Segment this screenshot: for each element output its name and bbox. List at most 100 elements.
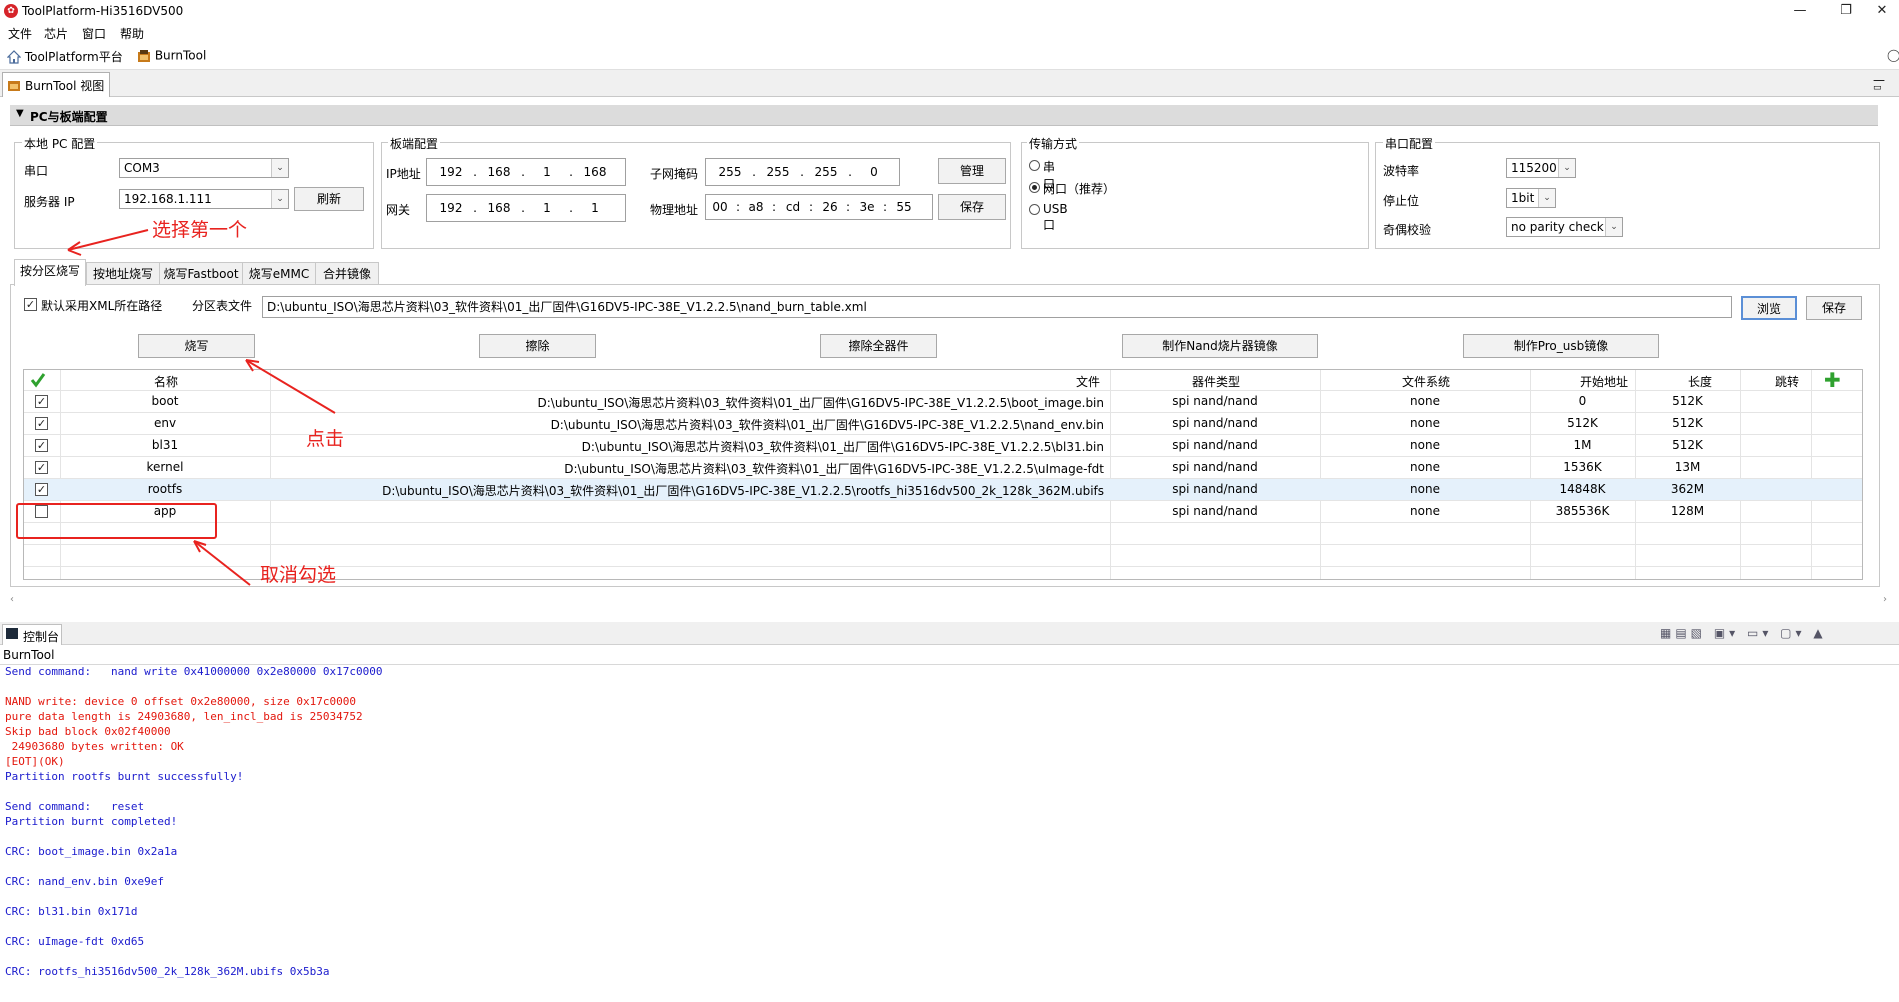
gateway-input[interactable]: 192 . 168 . 1 . 1	[426, 194, 626, 222]
row-device: spi nand/nand	[1172, 482, 1258, 496]
manage-button[interactable]: 管理	[938, 158, 1006, 184]
mask-octet[interactable]: 255	[710, 165, 750, 179]
header-filesystem: 文件系统	[1402, 375, 1451, 389]
subnet-mask-input[interactable]: 255 . 255 . 255 . 0	[705, 158, 900, 186]
menu-chip[interactable]: 芯片	[44, 25, 68, 42]
row-fs: none	[1410, 438, 1440, 452]
table-file-label: 分区表文件	[192, 299, 253, 313]
mac-byte[interactable]: 3e	[853, 200, 881, 214]
row-name: boot	[151, 394, 179, 408]
table-row[interactable]: ✓ kernel D:\ubuntu_ISO\海思芯片资料\03_软件资料\01…	[24, 457, 1862, 478]
refresh-button[interactable]: 刷新	[294, 187, 364, 211]
chevron-down-icon[interactable]: ⌄	[1558, 159, 1575, 177]
tab-address-burn[interactable]: 按地址烧写	[86, 262, 160, 285]
ip-octet[interactable]: 192	[431, 165, 471, 179]
ip-octet[interactable]: 168	[575, 165, 615, 179]
mac-byte[interactable]: cd	[779, 200, 807, 214]
row-checkbox[interactable]: ✓	[35, 483, 48, 496]
mac-byte[interactable]: 55	[890, 200, 918, 214]
ip-address-input[interactable]: 192 . 168 . 1 . 168	[426, 158, 626, 186]
row-checkbox[interactable]: ✓	[35, 439, 48, 452]
gateway-octet[interactable]: 1	[575, 201, 615, 215]
collapse-triangle-icon[interactable]: ▼	[16, 108, 24, 119]
console-line: CRC: rootfs_hi3516dv500_2k_128k_362M.ubi…	[5, 965, 330, 978]
server-ip-label: 服务器 IP	[24, 195, 75, 209]
minimize-button[interactable]: —	[1780, 0, 1820, 22]
mask-octet[interactable]: 255	[806, 165, 846, 179]
erase-button[interactable]: 擦除	[479, 334, 596, 358]
make-pro-usb-image-button[interactable]: 制作Pro_usb镜像	[1463, 334, 1659, 358]
table-file-path-input[interactable]: D:\ubuntu_ISO\海思芯片资料\03_软件资料\01_出厂固件\G16…	[262, 296, 1732, 318]
row-checkbox[interactable]: ✓	[35, 395, 48, 408]
server-ip-select[interactable]: 192.168.1.111 ⌄	[119, 189, 289, 209]
port-select[interactable]: COM3 ⌄	[119, 158, 289, 178]
stop-bit-select[interactable]: 1bit ⌄	[1506, 188, 1556, 208]
restore-button[interactable]: ❐	[1826, 0, 1866, 22]
table-row[interactable]: ✓ boot D:\ubuntu_ISO\海思芯片资料\03_软件资料\01_出…	[24, 391, 1862, 412]
toolplatform-toolbar-button[interactable]: ToolPlatform平台	[6, 48, 123, 65]
chevron-down-icon[interactable]: ⌄	[271, 159, 288, 177]
close-button[interactable]: ✕	[1862, 0, 1899, 22]
mac-address-input[interactable]: 00 : a8 : cd : 26 : 3e : 55	[705, 194, 933, 220]
mac-byte[interactable]: 26	[816, 200, 844, 214]
gateway-octet[interactable]: 168	[479, 201, 519, 215]
row-checkbox[interactable]: ✓	[35, 417, 48, 430]
gateway-octet[interactable]: 192	[431, 201, 471, 215]
ip-label: IP地址	[386, 167, 421, 181]
chevron-down-icon[interactable]: ⌄	[271, 190, 288, 208]
row-divider	[24, 522, 1862, 523]
tab-fastboot-burn[interactable]: 烧写Fastboot	[159, 262, 243, 285]
menu-help[interactable]: 帮助	[120, 25, 144, 42]
burntool-view-tab[interactable]: BurnTool 视图	[2, 72, 110, 97]
chevron-down-icon[interactable]: ⌄	[1538, 189, 1555, 207]
add-partition-plus-icon[interactable]: ✚	[1824, 370, 1841, 390]
table-row[interactable]: app spi nand/nand none 385536K 128M	[24, 501, 1862, 522]
radio-usb[interactable]	[1029, 204, 1040, 215]
partition-save-button[interactable]: 保存	[1806, 296, 1862, 320]
burntool-view-label: BurnTool 视图	[25, 79, 105, 93]
chevron-down-icon[interactable]: ⌄	[1605, 218, 1622, 236]
scroll-left-icon[interactable]: ‹	[10, 594, 14, 605]
console-toolbar-icons[interactable]: ▦▤▧ ▣▾ ▭▾ ▢▾ ▲	[1660, 626, 1827, 640]
baud-rate-select[interactable]: 115200 ⌄	[1506, 158, 1576, 178]
make-nand-image-button[interactable]: 制作Nand烧片器镜像	[1122, 334, 1318, 358]
tab-merge-image[interactable]: 合并镜像	[315, 262, 379, 285]
table-row[interactable]: ✓ env D:\ubuntu_ISO\海思芯片资料\03_软件资料\01_出厂…	[24, 413, 1862, 434]
table-row-selected[interactable]: ✓ rootfs D:\ubuntu_ISO\海思芯片资料\03_软件资料\01…	[24, 479, 1862, 500]
scroll-right-icon[interactable]: ›	[1883, 594, 1887, 605]
mac-byte[interactable]: 00	[706, 200, 734, 214]
radio-network[interactable]	[1029, 182, 1040, 193]
console-line: CRC: boot_image.bin 0x2a1a	[5, 845, 178, 858]
menu-file[interactable]: 文件	[8, 25, 32, 42]
parity-select[interactable]: no parity check ⌄	[1506, 217, 1623, 237]
erase-all-button[interactable]: 擦除全器件	[820, 334, 937, 358]
view-tab-bar	[0, 70, 1899, 97]
row-length: 512K	[1672, 438, 1703, 452]
search-icon[interactable]: ◯	[1887, 48, 1899, 62]
table-row[interactable]: ✓ bl31 D:\ubuntu_ISO\海思芯片资料\03_软件资料\01_出…	[24, 435, 1862, 456]
radio-serial[interactable]	[1029, 160, 1040, 171]
xml-path-checkbox[interactable]: ✓	[24, 298, 37, 311]
burn-button[interactable]: 烧写	[138, 334, 255, 358]
console-tab[interactable]: 控制台	[2, 624, 62, 645]
browse-button[interactable]: 浏览	[1741, 296, 1797, 320]
tab-partition-burn[interactable]: 按分区烧写	[14, 259, 86, 286]
console-line: Send command: reset	[5, 800, 145, 813]
burntool-toolbar-button[interactable]: BurnTool	[137, 48, 206, 63]
gateway-octet[interactable]: 1	[527, 201, 567, 215]
row-start: 512K	[1567, 416, 1598, 430]
pc-board-config-header[interactable]: ▼ PC与板端配置	[10, 105, 1878, 126]
tab-emmc-burn[interactable]: 烧写eMMC	[242, 262, 316, 285]
mac-byte[interactable]: a8	[742, 200, 770, 214]
board-save-button[interactable]: 保存	[938, 194, 1006, 220]
select-all-check-icon[interactable]	[30, 372, 46, 388]
mask-octet[interactable]: 255	[758, 165, 798, 179]
console-line: [EOT](OK)	[5, 755, 65, 768]
view-maximize-button[interactable]: ▭	[1873, 83, 1882, 93]
ip-octet[interactable]: 168	[479, 165, 519, 179]
row-checkbox[interactable]: ✓	[35, 461, 48, 474]
mask-octet[interactable]: 0	[854, 165, 894, 179]
menu-window[interactable]: 窗口	[82, 25, 106, 42]
horizontal-scrollbar[interactable]: ‹ ›	[10, 594, 1890, 607]
ip-octet[interactable]: 1	[527, 165, 567, 179]
